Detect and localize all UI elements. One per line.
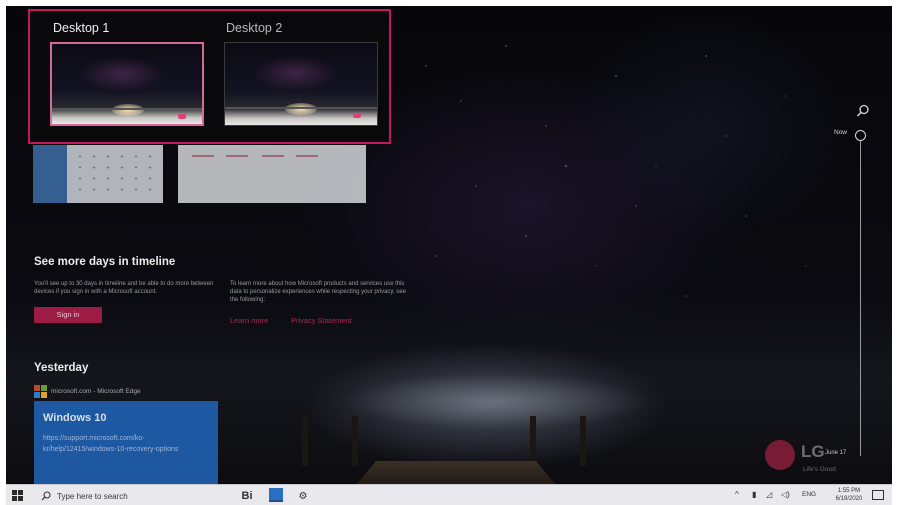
lamp-glow [285, 103, 317, 115]
windows-10-activity-card[interactable]: Windows 10 https://support.microsoft.com… [34, 401, 218, 484]
timeline-scrubber-track[interactable] [860, 141, 861, 456]
pier-post [352, 416, 358, 466]
doc-line [226, 155, 248, 157]
privacy-statement-link[interactable]: Privacy Statement [291, 316, 352, 325]
gear-icon[interactable]: ⚙ [295, 488, 311, 504]
task-view-icon[interactable]: Bi [239, 488, 255, 504]
privacy-info-text: To learn more about how Microsoft produc… [230, 281, 406, 303]
pier-post [530, 416, 536, 466]
wooden-pier [356, 461, 556, 484]
activity-card-url: https://support.microsoft.com/ko-kr/help… [43, 435, 179, 453]
microsoft-logo-icon [34, 385, 47, 398]
virtual-desktops-bar: Desktop 1 Desktop 2 [28, 9, 391, 144]
activity-source: microsoft.com - Microsoft Edge [34, 385, 141, 398]
doc-line [296, 155, 318, 157]
calendar-grid [73, 151, 157, 197]
network-icon[interactable]: ◿ [766, 490, 772, 499]
doc-line [192, 155, 214, 157]
taskbar: Type here to search Bi ⚙ ^ ▮ ◿ ◁) ENG 1:… [6, 484, 892, 505]
yesterday-heading: Yesterday [34, 362, 89, 374]
learn-more-link[interactable]: Learn more [230, 316, 268, 325]
lg-brand-text: LG [801, 442, 825, 461]
battery-icon[interactable]: ▮ [752, 490, 756, 499]
pier-post [302, 416, 308, 466]
thumbnail-horizon [52, 108, 202, 110]
lg-slogan-text: Life's Good [803, 466, 836, 473]
doc-line [262, 155, 284, 157]
document-activity-card[interactable] [178, 145, 366, 203]
desktop-2-thumbnail[interactable] [224, 42, 378, 126]
action-center-icon[interactable] [872, 490, 884, 500]
sign-in-button[interactable]: Sign in [34, 307, 102, 323]
taskbar-search-box[interactable]: Type here to search [37, 487, 227, 505]
lg-logo: LG Life's Good [765, 440, 865, 478]
calendar-sidebar [33, 145, 67, 203]
chevron-up-icon[interactable]: ^ [735, 490, 739, 499]
windows-logo-icon[interactable] [12, 490, 23, 501]
lg-logo-mark [765, 440, 795, 470]
store-icon[interactable] [269, 488, 283, 502]
desktop-1-label[interactable]: Desktop 1 [53, 21, 109, 35]
clock-date: 6/19/2020 [835, 496, 863, 502]
search-icon [41, 491, 51, 501]
timeline-now-label: Now [834, 129, 848, 136]
lake-reflection [266, 371, 746, 431]
thumbnail-horizon [225, 107, 377, 109]
thumbnail-marker [353, 113, 361, 118]
see-more-description: You'll see up to 30 days in timeline and… [34, 281, 214, 295]
thumbnail-marker [178, 114, 186, 119]
timeline-scrubber-handle[interactable] [855, 130, 866, 141]
activity-source-label: microsoft.com - Microsoft Edge [51, 388, 141, 395]
calendar-activity-card[interactable] [33, 145, 163, 203]
desktop-1-thumbnail[interactable] [50, 42, 204, 126]
activity-card-title: Windows 10 [43, 412, 107, 424]
system-clock[interactable]: 1:55 PM 6/19/2020 [829, 487, 869, 503]
volume-icon[interactable]: ◁) [781, 490, 790, 499]
lamp-glow [112, 104, 144, 116]
desktop-2-label[interactable]: Desktop 2 [226, 21, 282, 35]
language-indicator[interactable]: ENG [802, 491, 816, 498]
pier-post [580, 416, 586, 466]
see-more-title: See more days in timeline [34, 256, 176, 268]
clock-time: 1:55 PM [837, 488, 861, 494]
search-icon[interactable] [856, 104, 870, 118]
search-placeholder: Type here to search [57, 491, 128, 501]
